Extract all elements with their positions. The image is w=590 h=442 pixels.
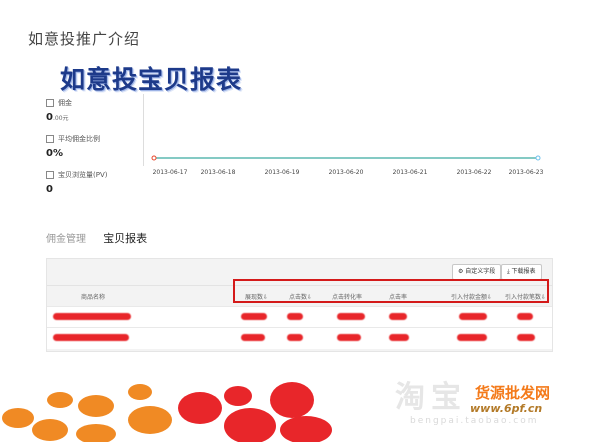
report-tabs: 佣金管理 宝贝报表 xyxy=(46,230,161,246)
redacted-cell xyxy=(337,313,365,320)
metric-value: 0 xyxy=(46,112,53,123)
metric-unit: .00元 xyxy=(52,115,69,122)
metric-avg-rate-value: 0% xyxy=(46,148,63,159)
redacted-cell xyxy=(337,334,361,341)
brand-watermark: 货源批发网 xyxy=(475,384,551,402)
download-report-button[interactable]: ⤓ 下载报表 xyxy=(501,264,542,280)
metric-avg-rate[interactable]: 平均佣金比例 xyxy=(46,134,100,144)
trend-chart: 2013-06-17 2013-06-18 2013-06-19 2013-06-20… xyxy=(151,155,544,176)
metric-pv-value: 0 xyxy=(46,184,53,195)
table-row[interactable] xyxy=(47,306,552,328)
highlight-box xyxy=(233,279,549,303)
tab-item-report[interactable]: 宝贝报表 xyxy=(103,230,147,246)
metric-commission-value: 0.00元 xyxy=(46,112,69,123)
redacted-cell xyxy=(517,334,535,341)
redacted-cell xyxy=(389,313,407,320)
redacted-cell xyxy=(517,313,533,320)
redacted-cell xyxy=(53,313,131,320)
metric-label: 佣金 xyxy=(58,99,72,107)
table-row[interactable] xyxy=(47,327,552,349)
x-tick-label: 2013-06-20 xyxy=(329,169,364,176)
redacted-cell xyxy=(241,313,267,320)
metric-label: 宝贝浏览量(PV) xyxy=(58,171,108,179)
custom-fields-button[interactable]: ⚙ 自定义字段 xyxy=(452,264,502,280)
metric-pv[interactable]: 宝贝浏览量(PV) xyxy=(46,170,107,180)
x-tick-label: 2013-06-21 xyxy=(393,169,428,176)
taobao-domain-watermark: bengpai.taobao.com xyxy=(410,416,539,426)
start-marker xyxy=(151,155,157,161)
commission-checkbox[interactable] xyxy=(46,99,54,107)
taobao-watermark: 淘宝 xyxy=(395,380,467,415)
metric-label: 平均佣金比例 xyxy=(58,135,100,143)
metric-value: 0% xyxy=(46,148,63,159)
metric-value: 0 xyxy=(46,184,53,195)
col-product-name[interactable]: 商品名称 xyxy=(81,292,105,301)
item-report-table: ⚙ 自定义字段 ⤓ 下载报表 商品名称 展现数⇩ 点击数⇩ 点击转化率 点击率 … xyxy=(46,258,553,352)
brand-url-watermark: www.6pf.cn xyxy=(470,402,543,415)
redacted-cell xyxy=(457,334,487,341)
redacted-cell xyxy=(459,313,487,320)
x-tick-label: 2013-06-23 xyxy=(509,169,544,176)
redacted-cell xyxy=(389,334,409,341)
slide-title: 如意投推广介绍 xyxy=(28,30,141,48)
tab-commission-management[interactable]: 佣金管理 xyxy=(46,230,86,245)
metric-commission[interactable]: 佣金 xyxy=(46,98,72,108)
x-tick-label: 2013-06-19 xyxy=(265,169,300,176)
redacted-cell xyxy=(287,334,303,341)
report-title: 如意投宝贝报表 xyxy=(60,65,243,94)
x-tick-label: 2013-06-18 xyxy=(201,169,236,176)
decorative-bubbles xyxy=(2,382,332,442)
end-marker xyxy=(535,155,541,161)
redacted-cell xyxy=(241,334,265,341)
x-tick-label: 2013-06-22 xyxy=(457,169,492,176)
redacted-cell xyxy=(287,313,303,320)
redacted-cell xyxy=(53,334,129,341)
avg-rate-checkbox[interactable] xyxy=(46,135,54,143)
pv-checkbox[interactable] xyxy=(46,171,54,179)
x-tick-label: 2013-06-17 xyxy=(153,169,188,176)
